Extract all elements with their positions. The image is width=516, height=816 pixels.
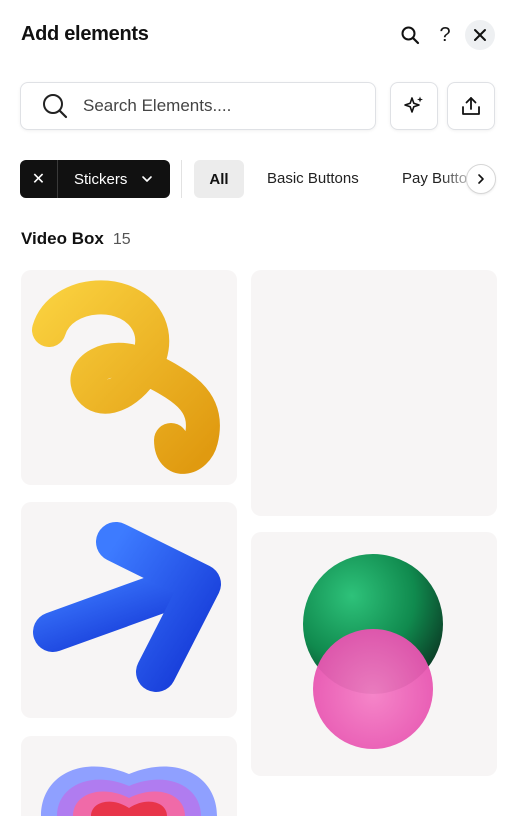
green-pink-spheres-image <box>303 554 443 749</box>
search-box[interactable] <box>20 82 376 130</box>
rainbow-heart-image <box>41 766 217 816</box>
blue-arrow-image <box>33 522 221 692</box>
sticker-card-blue-arrow[interactable] <box>21 502 237 718</box>
search-icon <box>401 26 420 45</box>
close-icon <box>474 29 486 41</box>
scroll-right-button[interactable] <box>466 164 496 194</box>
filter-chip-basic-buttons[interactable]: Basic Buttons <box>267 170 359 187</box>
header-search-button[interactable] <box>395 20 425 50</box>
chevron-right-icon <box>478 174 484 184</box>
panel-header: Add elements ? <box>0 0 516 70</box>
close-button[interactable] <box>465 20 495 50</box>
panel-title: Add elements <box>21 23 149 45</box>
section-title: Video Box <box>21 229 104 248</box>
sticker-card-spheres[interactable] <box>251 532 497 776</box>
help-button[interactable]: ? <box>430 20 460 50</box>
filter-bar: ✕ Stickers All Basic Buttons Pay Buttons <box>0 158 516 200</box>
section-heading: Video Box 15 <box>21 229 131 249</box>
divider <box>181 160 182 198</box>
sparkle-icon <box>404 96 423 113</box>
upload-icon <box>462 97 480 115</box>
chevron-down-icon <box>141 173 153 185</box>
active-filter-chip[interactable]: ✕ Stickers <box>20 160 170 198</box>
search-icon <box>41 92 69 120</box>
active-filter-label: Stickers <box>74 170 128 188</box>
upload-button[interactable] <box>447 82 495 130</box>
sticker-card-empty[interactable] <box>251 270 497 516</box>
sticker-card-yellow-squiggle[interactable] <box>21 270 237 485</box>
ai-generate-button[interactable] <box>390 82 438 130</box>
yellow-squiggle-image <box>32 280 220 474</box>
section-count: 15 <box>112 231 131 248</box>
filter-chip-all[interactable]: All <box>194 160 244 198</box>
remove-filter-button[interactable]: ✕ <box>20 160 58 198</box>
sticker-card-rainbow-heart[interactable] <box>21 736 237 816</box>
search-input[interactable] <box>83 96 353 116</box>
